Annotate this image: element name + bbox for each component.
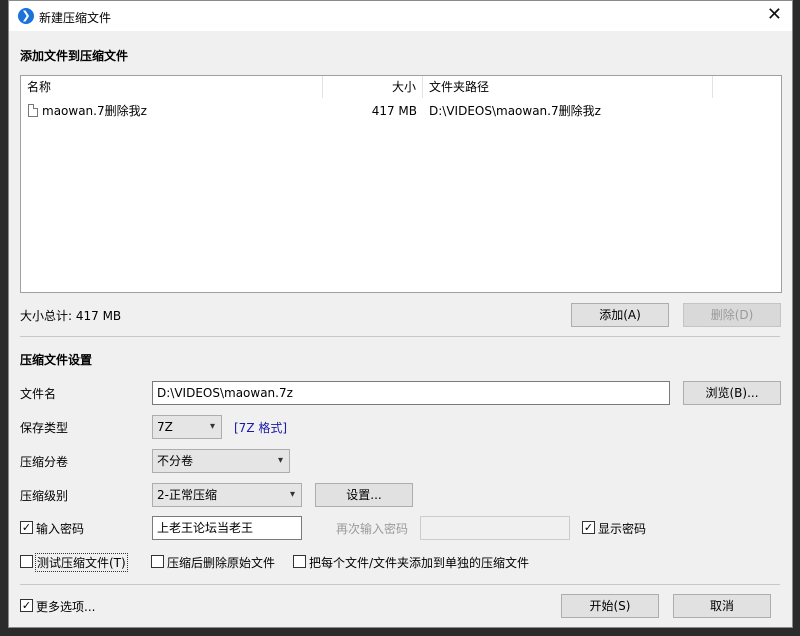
file-path: D:\VIDEOS\maowan.7删除我z — [429, 104, 601, 118]
start-button[interactable]: 开始(S) — [561, 594, 659, 618]
new-archive-dialog: ❯ 新建压缩文件 ✕ 添加文件到压缩文件 名称 大小 文件夹路径 maowan.… — [8, 0, 793, 628]
delete-source-checkbox[interactable] — [151, 555, 164, 568]
title-bar: ❯ 新建压缩文件 ✕ — [9, 1, 792, 31]
divider — [20, 584, 780, 585]
file-icon — [28, 104, 38, 117]
show-password-label: 显示密码 — [598, 522, 647, 536]
save-type-value: 7Z — [157, 420, 173, 434]
volume-label: 压缩分卷 — [20, 455, 69, 469]
file-size: 417 MB — [371, 104, 417, 118]
file-row-name[interactable]: maowan.7删除我z — [28, 100, 318, 122]
filename-input[interactable]: D:\VIDEOS\maowan.7z — [152, 381, 670, 405]
total-size-label: 大小总计: 417 MB — [20, 309, 122, 323]
test-archive-checkbox[interactable] — [20, 555, 33, 568]
save-type-select[interactable]: 7Z ▾ — [152, 415, 222, 439]
save-type-label: 保存类型 — [20, 421, 69, 435]
test-archive-label: 测试压缩文件(T) — [35, 553, 128, 572]
browse-button[interactable]: 浏览(B)... — [683, 381, 781, 405]
app-logo-icon: ❯ — [18, 8, 34, 24]
delete-button[interactable]: 删除(D) — [683, 303, 781, 327]
more-options-label: 更多选项... — [36, 600, 96, 614]
add-button[interactable]: 添加(A) — [571, 303, 669, 327]
filename-label: 文件名 — [20, 387, 57, 401]
file-name: maowan.7删除我z — [42, 104, 147, 118]
file-list[interactable]: 名称 大小 文件夹路径 maowan.7删除我z 417 MB D:\VIDEO… — [20, 75, 782, 293]
divider — [20, 336, 780, 337]
volume-value: 不分卷 — [157, 454, 194, 468]
reenter-password-label: 再次输入密码 — [336, 522, 409, 536]
level-value: 2-正常压缩 — [157, 488, 217, 502]
more-options-checkbox[interactable]: ✓ — [20, 599, 33, 612]
volume-select[interactable]: 不分卷 ▾ — [152, 449, 290, 473]
close-icon[interactable]: ✕ — [767, 5, 782, 25]
format-info-link[interactable]: [7Z 格式] — [234, 419, 287, 436]
delete-source-label: 压缩后删除原始文件 — [167, 556, 276, 570]
column-header-name[interactable]: 名称 — [21, 76, 323, 98]
reenter-password-input[interactable] — [420, 516, 570, 540]
dialog-title: 新建压缩文件 — [39, 11, 112, 25]
chevron-down-icon: ▾ — [277, 455, 283, 466]
show-password-checkbox[interactable]: ✓ — [582, 521, 595, 534]
settings-section-title: 压缩文件设置 — [20, 353, 93, 367]
add-files-section-title: 添加文件到压缩文件 — [20, 49, 129, 63]
separate-archives-checkbox[interactable] — [293, 555, 306, 568]
column-header-path[interactable]: 文件夹路径 — [423, 76, 713, 98]
password-input[interactable]: 上老王论坛当老王 — [152, 516, 302, 540]
password-checkbox[interactable]: ✓ — [20, 521, 33, 534]
separate-archives-label: 把每个文件/文件夹添加到单独的压缩文件 — [309, 556, 530, 570]
level-label: 压缩级别 — [20, 489, 69, 503]
chevron-down-icon: ▾ — [289, 489, 295, 500]
settings-button[interactable]: 设置... — [315, 483, 413, 507]
column-header-size[interactable]: 大小 — [323, 76, 423, 98]
chevron-down-icon: ▾ — [209, 421, 215, 432]
level-select[interactable]: 2-正常压缩 ▾ — [152, 483, 302, 507]
password-checkbox-label: 输入密码 — [36, 522, 85, 536]
cancel-button[interactable]: 取消 — [673, 594, 771, 618]
